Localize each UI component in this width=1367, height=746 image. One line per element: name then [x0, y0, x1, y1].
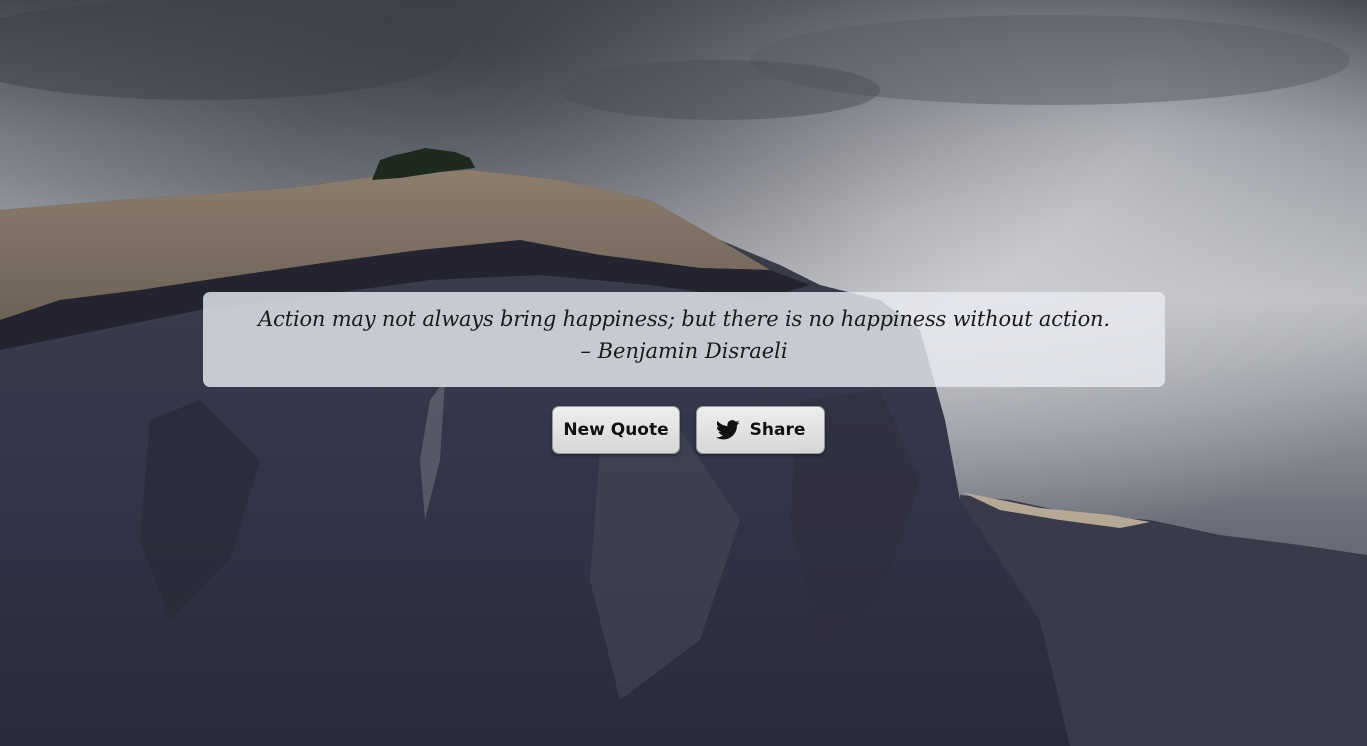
- quote-author: – Benjamin Disraeli: [580, 339, 788, 363]
- share-button[interactable]: Share: [696, 406, 825, 454]
- twitter-icon: [715, 419, 740, 441]
- new-quote-label: New Quote: [563, 420, 669, 440]
- new-quote-button[interactable]: New Quote: [552, 406, 680, 454]
- share-label: Share: [749, 420, 806, 440]
- quote-panel: Action may not always bring happiness; b…: [203, 292, 1165, 387]
- quote-text: Action may not always bring happiness; b…: [258, 307, 1110, 331]
- button-row: New Quote Share: [0, 406, 1367, 456]
